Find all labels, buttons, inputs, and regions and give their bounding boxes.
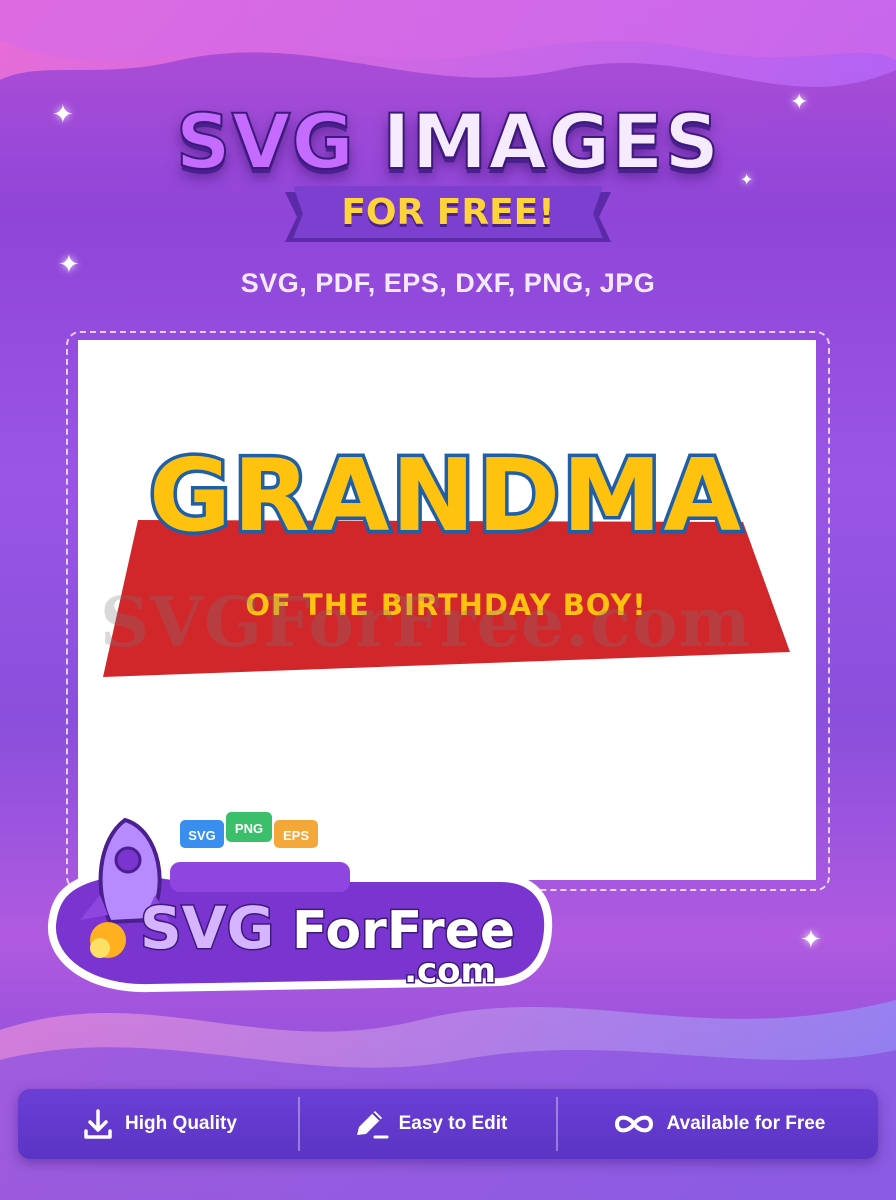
title-part1: SVG: [175, 97, 355, 186]
feature-label: Easy to Edit: [398, 1113, 508, 1134]
pencil-icon: [356, 1111, 389, 1139]
logo-graphic: SVG PNG EPS SVG ForFree .com: [47, 812, 553, 993]
feature-available-for-free: Available for Free: [558, 1089, 878, 1159]
feature-easy-to-edit: Easy to Edit: [300, 1089, 558, 1159]
feature-bar: High Quality Easy to Edit Available for …: [18, 1089, 878, 1159]
feature-high-quality: High Quality: [18, 1089, 300, 1159]
subtitle: FOR FREE!: [341, 192, 555, 233]
badge-eps: EPS: [283, 828, 309, 843]
formats-list: SVG, PDF, EPS, DXF, PNG, JPG: [240, 268, 656, 298]
brand-logo: SVG PNG EPS SVG ForFree .com: [30, 800, 560, 1010]
page-title: SVG IMAGES: [0, 97, 896, 186]
logo-name-part1: SVG: [140, 894, 274, 962]
badge-png: PNG: [235, 821, 263, 836]
download-icon: [84, 1109, 112, 1139]
main-word: GRANDMA: [149, 437, 743, 554]
logo-domain: .com: [404, 951, 496, 991]
format-badges: SVG PNG EPS: [180, 812, 318, 848]
feature-label: Available for Free: [666, 1113, 826, 1134]
title-part2: IMAGES: [381, 97, 721, 186]
infinity-icon: [614, 1115, 653, 1133]
badge-svg: SVG: [188, 828, 215, 843]
feature-label: High Quality: [125, 1113, 237, 1134]
sparkle-icon: ✦: [800, 925, 822, 955]
watermark: SVGForFree.com: [100, 583, 752, 663]
header: SVG IMAGES: [0, 97, 896, 186]
